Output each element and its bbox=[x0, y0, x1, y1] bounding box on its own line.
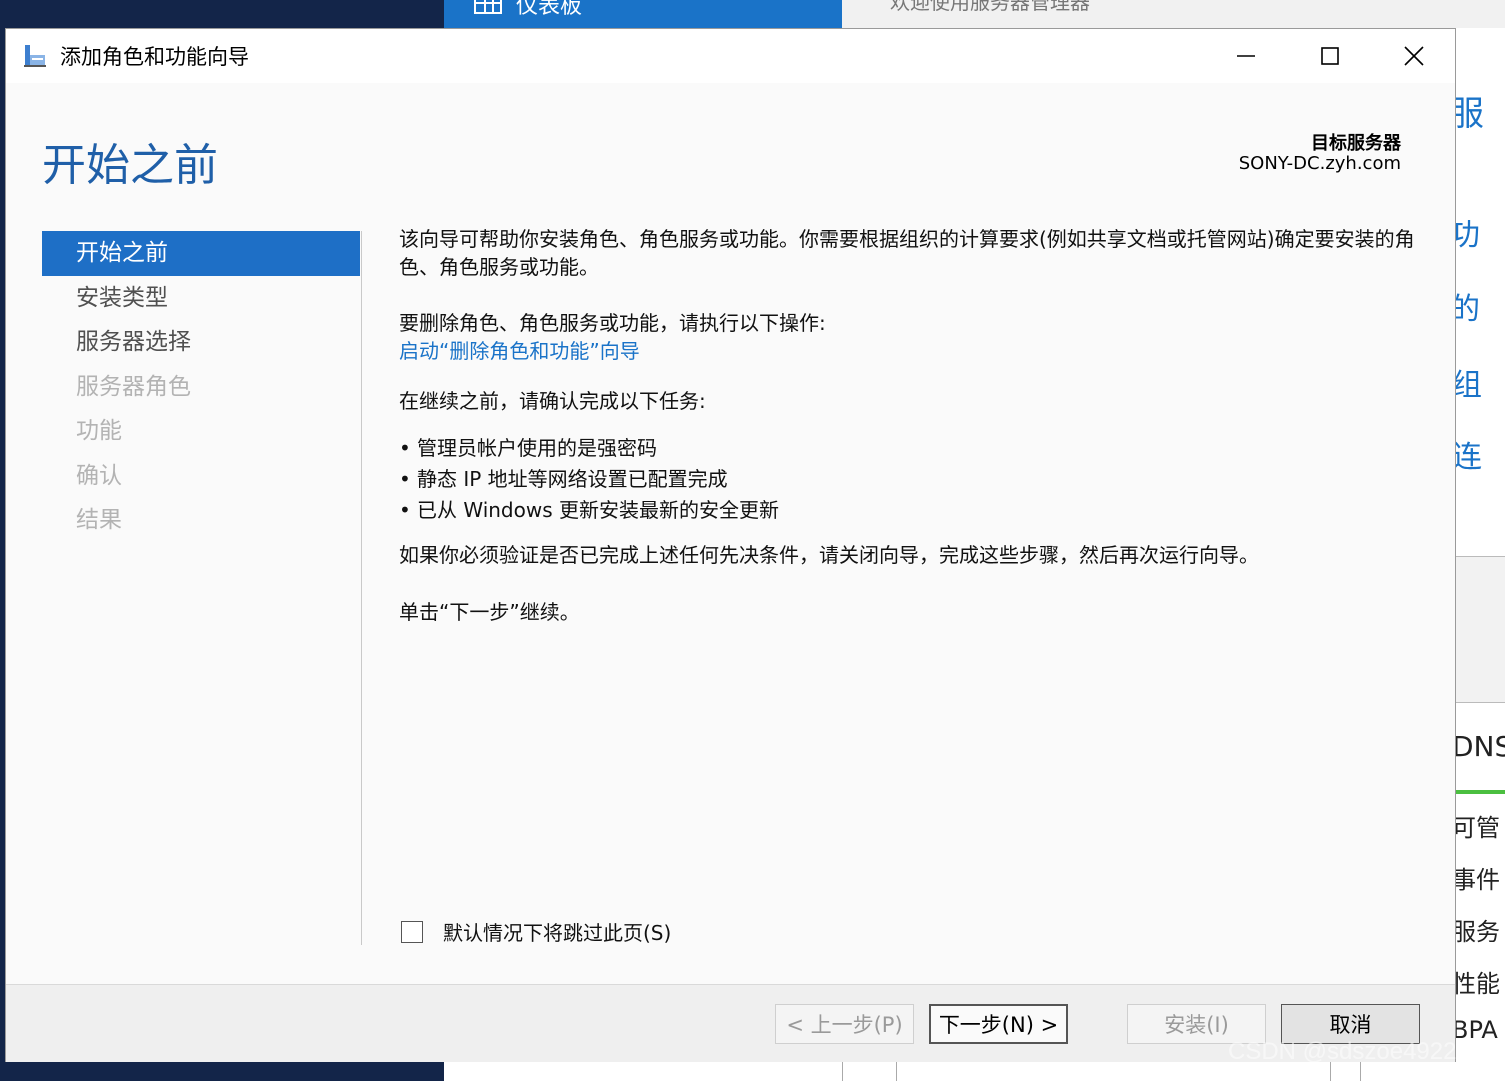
peek-panel bbox=[1456, 556, 1505, 702]
peek-text: 事件 bbox=[1456, 866, 1500, 894]
peek-text: BPA bbox=[1456, 1016, 1498, 1044]
peek-text: 服 bbox=[1456, 94, 1484, 134]
peek-text: 服务 bbox=[1456, 918, 1500, 946]
minimize-icon bbox=[1237, 55, 1255, 57]
nav-step-server-selection[interactable]: 服务器选择 bbox=[42, 320, 360, 365]
page-title: 开始之前 bbox=[42, 140, 218, 191]
title-bar[interactable]: 添加角色和功能向导 bbox=[6, 29, 1455, 83]
server-manager-content-peek: 服 功 的 组 连 DNS 可管 事件 服务 性能 BPA bbox=[1456, 28, 1505, 1081]
peek-divider bbox=[896, 1062, 897, 1081]
skip-page-checkbox[interactable] bbox=[401, 920, 423, 943]
minimize-button[interactable] bbox=[1204, 29, 1288, 83]
continue-note: 单击“下一步”继续。 bbox=[399, 600, 580, 624]
peek-divider bbox=[1456, 702, 1505, 703]
previous-button[interactable]: < 上一步(P) bbox=[775, 1004, 914, 1044]
peek-text: 性能 bbox=[1456, 970, 1500, 998]
dashboard-grid-icon bbox=[474, 0, 502, 14]
task-item: 管理员帐户使用的是强密码 bbox=[399, 433, 1429, 464]
peek-text: DNS bbox=[1456, 730, 1505, 763]
verify-note: 如果你必须验证是否已完成上述任何先决条件，请关闭向导，完成这些步骤，然后再次运行… bbox=[399, 543, 1259, 567]
confirm-heading: 在继续之前，请确认完成以下任务: bbox=[399, 389, 706, 413]
next-button[interactable]: 下一步(N) > bbox=[929, 1004, 1068, 1044]
peek-text: 组 bbox=[1456, 368, 1482, 403]
task-item: 静态 IP 地址等网络设置已配置完成 bbox=[399, 464, 1429, 495]
skip-page-label[interactable]: 默认情况下将跳过此页(S) bbox=[443, 917, 671, 946]
nav-step-before-you-begin[interactable]: 开始之前 bbox=[42, 231, 360, 276]
peek-divider bbox=[842, 1062, 843, 1081]
nav-step-server-roles: 服务器角色 bbox=[76, 373, 191, 400]
target-server-value: SONY-DC.zyh.com bbox=[1238, 153, 1401, 174]
peek-divider bbox=[1456, 556, 1505, 557]
window-title: 添加角色和功能向导 bbox=[60, 45, 249, 69]
nav-step-confirmation: 确认 bbox=[76, 462, 122, 489]
wizard-step-nav: 开始之前 安装类型 服务器选择 服务器角色 功能 确认 结果 bbox=[42, 231, 360, 543]
nav-step-results: 结果 bbox=[76, 507, 122, 533]
maximize-button[interactable] bbox=[1288, 29, 1372, 83]
close-icon bbox=[1404, 46, 1424, 66]
wizard-content: 该向导可帮助你安装角色、角色服务或功能。你需要根据组织的计算要求(例如共享文档或… bbox=[399, 225, 1429, 626]
target-server-label: 目标服务器 bbox=[1311, 133, 1401, 154]
nav-divider bbox=[361, 231, 362, 945]
csdn-watermark: CSDN @sdszoe4922 bbox=[1228, 1038, 1457, 1065]
task-list: 管理员帐户使用的是强密码 静态 IP 地址等网络设置已配置完成 已从 Windo… bbox=[399, 433, 1429, 526]
server-manager-app-icon bbox=[24, 45, 46, 67]
task-item: 已从 Windows 更新安装最新的安全更新 bbox=[399, 495, 1429, 526]
peek-text: 可管 bbox=[1456, 814, 1500, 842]
intro-text: 该向导可帮助你安装角色、角色服务或功能。你需要根据组织的计算要求(例如共享文档或… bbox=[399, 227, 1415, 279]
welcome-header-text: 欢迎使用服务器管理器 bbox=[890, 0, 1090, 14]
nav-step-features: 功能 bbox=[76, 418, 122, 444]
close-button[interactable] bbox=[1372, 29, 1456, 83]
skip-page-option[interactable]: 默认情况下将跳过此页(S) bbox=[401, 917, 671, 946]
peek-text: 功 bbox=[1456, 218, 1480, 253]
peek-status-bar bbox=[1456, 790, 1505, 794]
maximize-icon bbox=[1321, 47, 1339, 65]
add-roles-features-wizard: 添加角色和功能向导 开始之前 目标服务器 SONY-DC.zyh.com 开始之… bbox=[5, 28, 1456, 1062]
peek-text: 的 bbox=[1456, 292, 1480, 327]
remove-wizard-link[interactable]: 启动“删除角色和功能”向导 bbox=[399, 339, 640, 363]
nav-step-installation-type[interactable]: 安装类型 bbox=[42, 276, 360, 321]
peek-text: 连 bbox=[1456, 440, 1482, 475]
server-manager-welcome-header: 欢迎使用服务器管理器 bbox=[842, 0, 1505, 28]
server-manager-dashboard-tab[interactable]: 仪表板 bbox=[444, 0, 842, 28]
remove-heading: 要删除角色、角色服务或功能，请执行以下操作: bbox=[399, 311, 826, 335]
dashboard-tab-label: 仪表板 bbox=[516, 0, 583, 19]
